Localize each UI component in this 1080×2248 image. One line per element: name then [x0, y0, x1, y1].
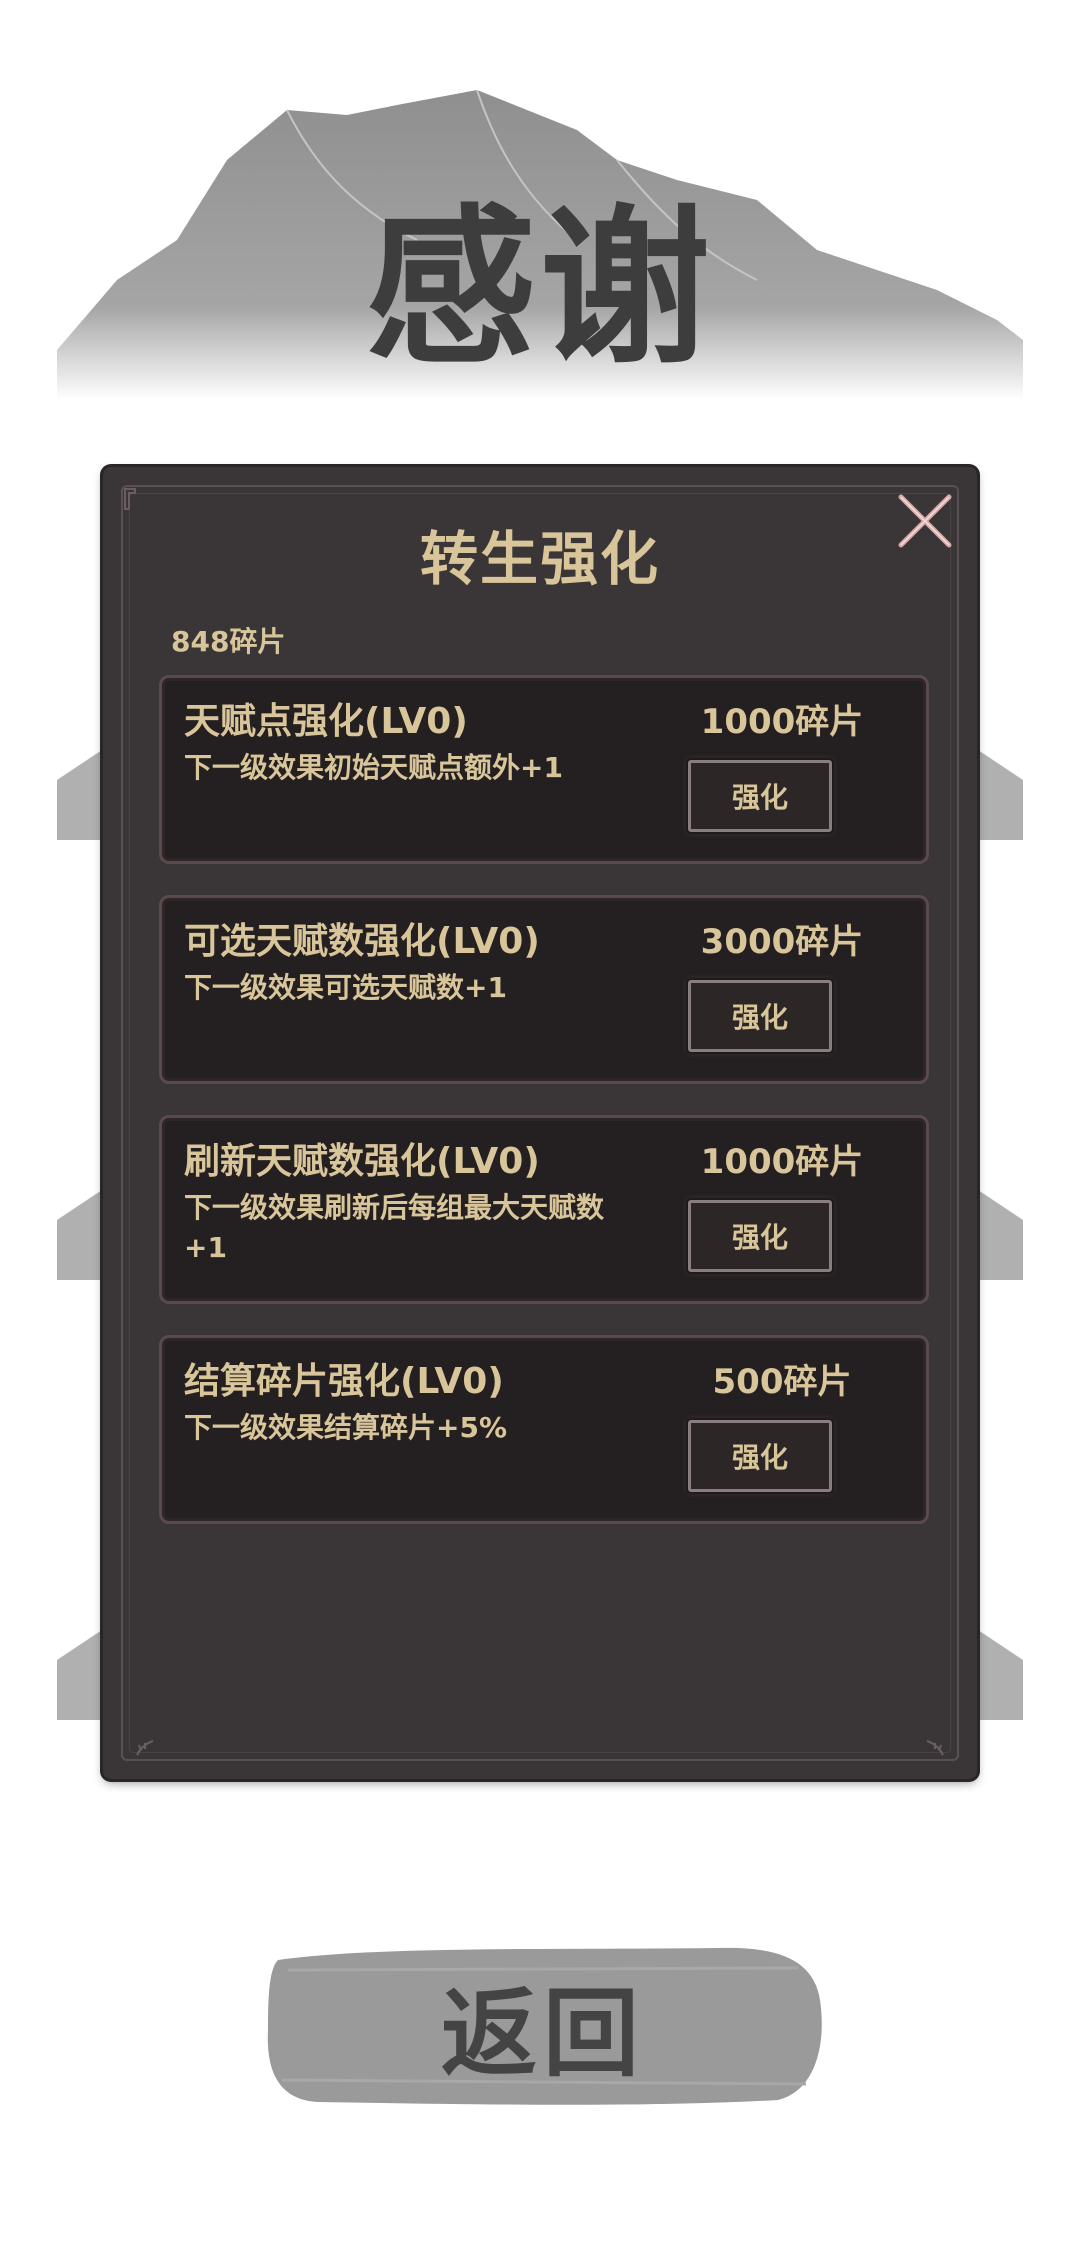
upgrade-title: 天赋点强化(LV0) [184, 701, 468, 742]
upgrade-button[interactable]: 强化 [688, 760, 832, 832]
leaf-ornament-icon [136, 1740, 154, 1756]
upgrade-description: 下一级效果结算碎片+5% [184, 1411, 507, 1444]
upgrade-card: 结算碎片强化(LV0) 下一级效果结算碎片+5% 500碎片 强化 [159, 1335, 929, 1524]
upgrade-card: 刷新天赋数强化(LV0) 下一级效果刷新后每组最大天赋数+1 1000碎片 强化 [159, 1115, 929, 1304]
leaf-ornament-icon [926, 1740, 944, 1756]
corner-ornament-icon [124, 488, 136, 510]
upgrade-title: 结算碎片强化(LV0) [184, 1361, 504, 1402]
upgrade-title: 刷新天赋数强化(LV0) [184, 1141, 540, 1182]
upgrade-button[interactable]: 强化 [688, 1420, 832, 1492]
upgrade-title: 可选天赋数强化(LV0) [184, 921, 540, 962]
upgrade-description: 下一级效果刷新后每组最大天赋数+1 [184, 1191, 605, 1264]
back-button-label: 返回 [441, 1977, 645, 2090]
back-button[interactable]: 返回 [258, 1940, 828, 2110]
close-x-icon [898, 494, 952, 548]
upgrade-card: 天赋点强化(LV0) 下一级效果初始天赋点额外+1 1000碎片 强化 [159, 675, 929, 864]
upgrade-description: 下一级效果初始天赋点额外+1 [184, 751, 563, 784]
panel-title: 转生强化 [419, 525, 660, 593]
upgrade-cost: 1000碎片 [700, 1142, 864, 1182]
upgrade-card: 可选天赋数强化(LV0) 下一级效果可选天赋数+1 3000碎片 强化 [159, 895, 929, 1084]
upgrade-cost: 3000碎片 [700, 922, 864, 962]
fragment-balance: 848碎片 [171, 625, 286, 658]
upgrade-button[interactable]: 强化 [688, 980, 832, 1052]
upgrade-cost: 500碎片 [712, 1362, 852, 1402]
upgrade-button[interactable]: 强化 [688, 1200, 832, 1272]
upgrade-cost: 1000碎片 [700, 702, 864, 742]
close-button[interactable] [893, 489, 957, 553]
upgrade-description: 下一级效果可选天赋数+1 [184, 971, 507, 1004]
page-title: 感谢 [365, 190, 714, 388]
rebirth-upgrade-panel: 转生强化 848碎片 天赋点强化(LV0) 下一级效果初始天赋点额外+1 100… [103, 467, 977, 1779]
